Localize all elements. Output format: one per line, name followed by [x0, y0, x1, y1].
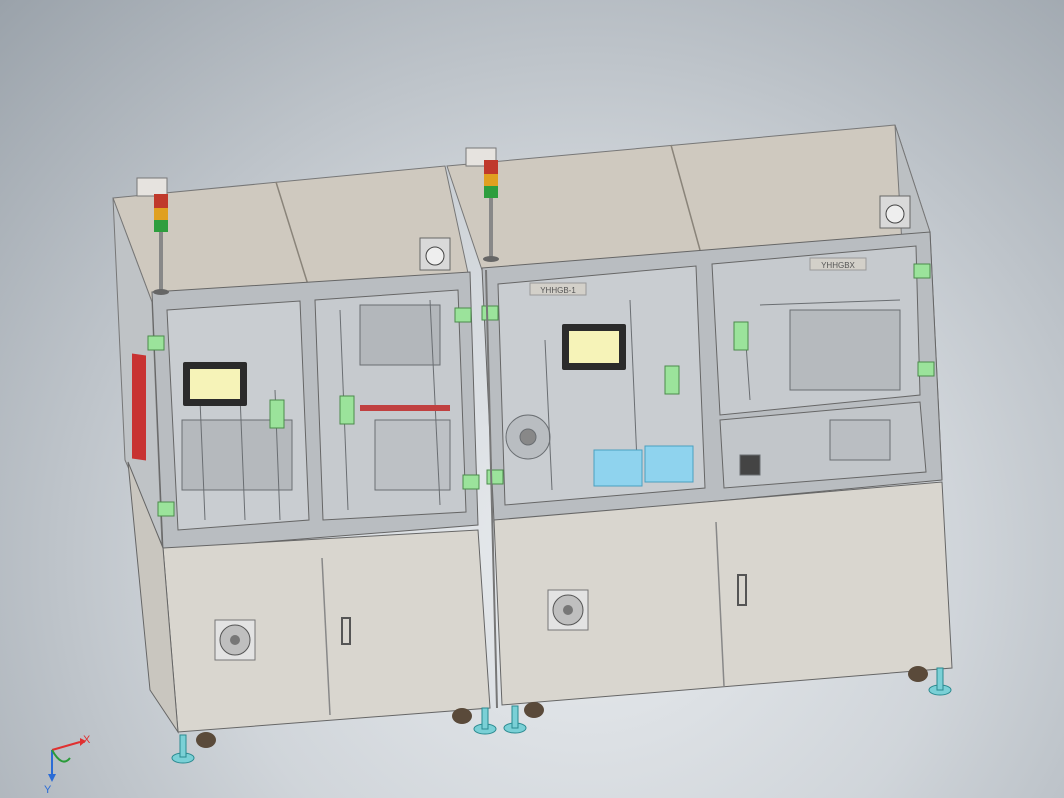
- triad-x-label: X: [83, 734, 91, 746]
- right-door-handle-a[interactable]: [664, 365, 680, 395]
- left-side-red-panel: [132, 353, 146, 461]
- left-hinge-3: [454, 307, 472, 323]
- left-machine-unit[interactable]: [112, 165, 497, 764]
- triad-y-arrow-icon: [48, 774, 56, 782]
- right-fan-icon: [547, 589, 589, 631]
- right-hinge-2: [486, 469, 504, 485]
- left-fan-icon: [214, 619, 256, 661]
- right-hinge-3: [913, 263, 931, 279]
- left-estop-icon[interactable]: [419, 237, 451, 271]
- left-door-handle-a[interactable]: [269, 399, 285, 429]
- left-door-handle-b[interactable]: [339, 395, 355, 425]
- right-door-handle-b[interactable]: [733, 321, 749, 351]
- right-hinge-1: [481, 305, 499, 321]
- cad-viewport[interactable]: YHHGB-1 YHHGBX X Y: [0, 0, 1064, 798]
- right-estop-icon[interactable]: [879, 195, 911, 229]
- triad-z-arc: [51, 749, 71, 763]
- left-window-a: [166, 300, 310, 531]
- right-name-plate-b: YHHGBX: [821, 261, 855, 270]
- right-hmi-screen[interactable]: [569, 331, 619, 363]
- left-lower-cabinet: [162, 529, 491, 733]
- right-blue-tray-a: [593, 449, 643, 487]
- right-blue-tray-b: [644, 445, 694, 483]
- triad-y-label: Y: [44, 784, 52, 796]
- left-hmi-screen[interactable]: [190, 369, 240, 399]
- right-machine-unit[interactable]: YHHGB-1 YHHGBX: [446, 124, 953, 734]
- right-hinge-4: [917, 361, 935, 377]
- left-hinge-1: [147, 335, 165, 351]
- triad-x-axis: [51, 741, 81, 751]
- left-hinge-4: [462, 474, 480, 490]
- axis-triad: X Y: [44, 734, 91, 796]
- left-hinge-2: [157, 501, 175, 517]
- right-name-plate-a: YHHGB-1: [540, 286, 576, 295]
